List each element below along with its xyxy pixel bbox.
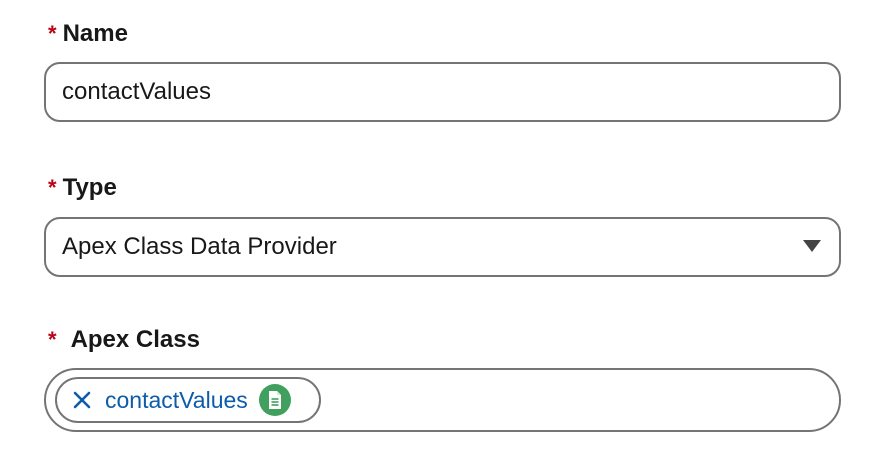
required-marker: * bbox=[48, 327, 57, 352]
apex-class-pill-label[interactable]: contactValues bbox=[105, 387, 248, 414]
apex-class-lookup[interactable]: contactValues bbox=[44, 368, 841, 432]
required-marker: * bbox=[48, 21, 57, 46]
type-select-value: Apex Class Data Provider bbox=[62, 233, 337, 260]
type-label: * Type bbox=[48, 174, 117, 202]
type-select[interactable]: Apex Class Data Provider bbox=[44, 217, 841, 277]
document-icon bbox=[258, 384, 291, 416]
apex-class-label: * Apex Class bbox=[48, 326, 200, 354]
apex-class-pill[interactable]: contactValues bbox=[55, 377, 321, 423]
name-input[interactable] bbox=[62, 64, 802, 120]
chevron-down-icon[interactable] bbox=[803, 240, 821, 252]
name-label-text: Name bbox=[62, 20, 128, 47]
name-label: * Name bbox=[48, 20, 128, 48]
data-provider-form: * Name * Type Apex Class Data Provider *… bbox=[0, 0, 884, 474]
name-input-wrapper bbox=[44, 62, 841, 122]
type-label-text: Type bbox=[62, 174, 117, 201]
apex-class-label-text: Apex Class bbox=[70, 326, 200, 353]
close-icon[interactable] bbox=[71, 389, 93, 411]
required-marker: * bbox=[48, 175, 57, 200]
